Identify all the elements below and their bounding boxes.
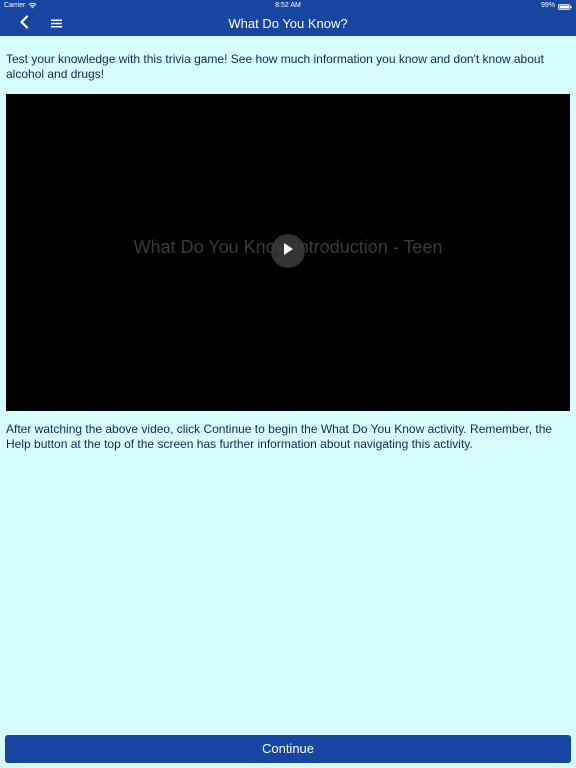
- battery-percent: 99%: [540, 2, 555, 9]
- intro-text: Test your knowledge with this trivia gam…: [6, 52, 544, 81]
- video-player[interactable]: What Do You Know Introduction - Teen: [6, 94, 570, 411]
- instructions-text: After watching the above video, click Co…: [6, 422, 553, 451]
- intro-section: Test your knowledge with this trivia gam…: [6, 52, 570, 82]
- status-time: 8:52 AM: [275, 2, 301, 9]
- battery-icon: [558, 3, 572, 10]
- status-battery-group: 99%: [541, 0, 572, 11]
- play-icon: [282, 242, 294, 261]
- status-bar: Carrier 8:52 AM 99%: [0, 0, 576, 11]
- page-title: What Do You Know?: [228, 16, 348, 31]
- continue-button[interactable]: Continue: [5, 735, 571, 763]
- app-screen: Carrier 8:52 AM 99% What Do You Know? Te…: [0, 0, 576, 768]
- header-bar: Carrier 8:52 AM 99% What Do You Know?: [0, 0, 576, 36]
- play-button[interactable]: [271, 234, 305, 268]
- navigation-bar: What Do You Know?: [0, 11, 576, 36]
